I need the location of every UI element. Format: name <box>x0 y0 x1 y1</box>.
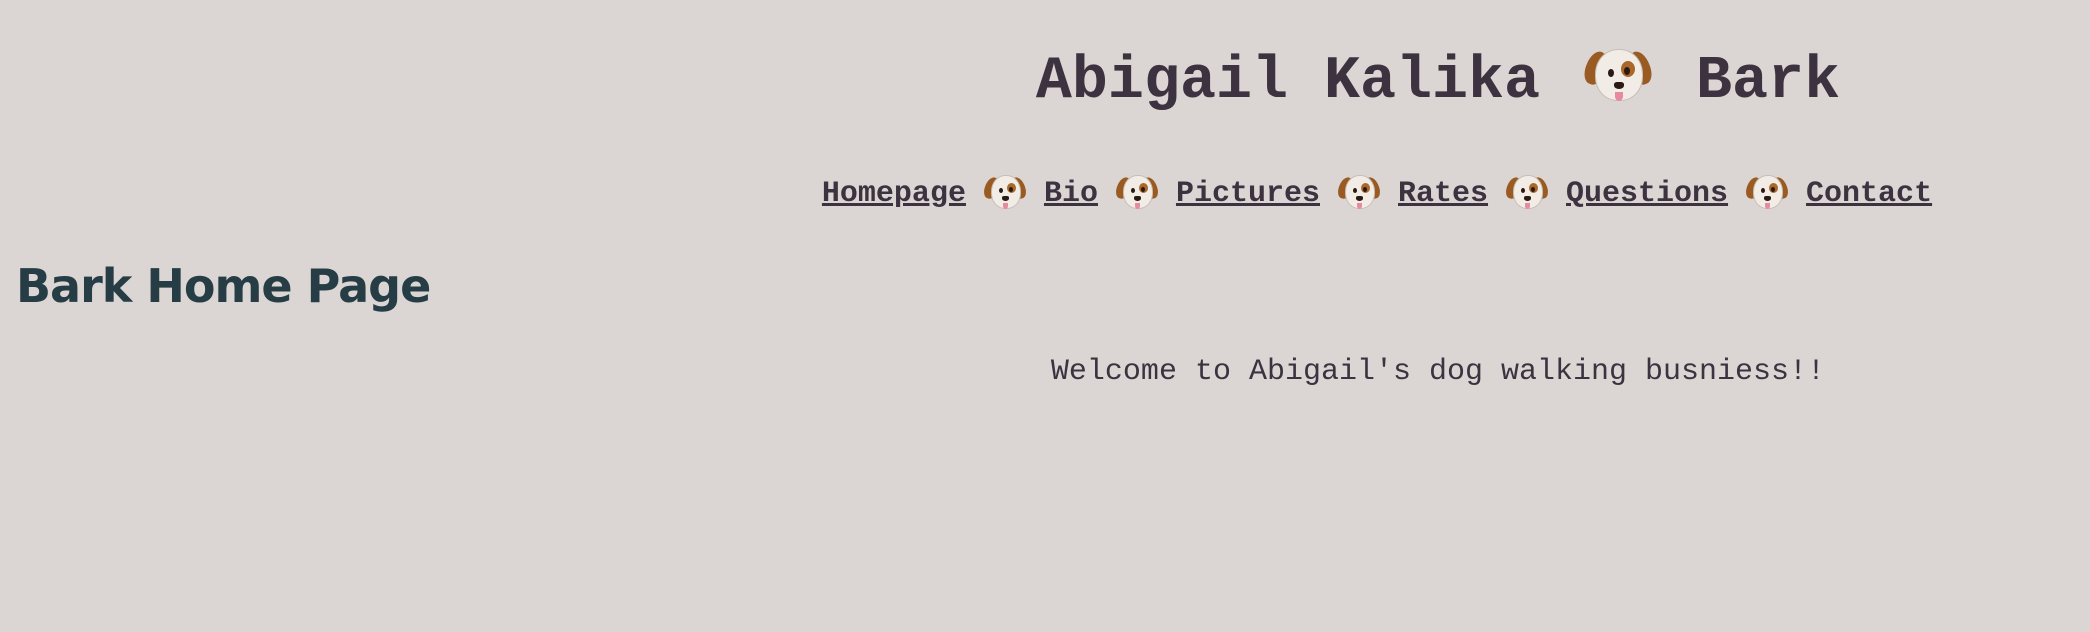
dog-face-icon <box>1113 174 1161 212</box>
site-title: Abigail Kalika Bark <box>0 46 2090 118</box>
welcome-message: Welcome to Abigail's dog walking busnies… <box>1050 355 1826 389</box>
main-nav: Homepage Bio Pictures Rates Questions Contact <box>0 172 2090 216</box>
site-title-brand: Bark <box>1696 48 1841 116</box>
dog-face-icon <box>981 174 1029 212</box>
site-title-name: Abigail Kalika <box>1035 48 1541 116</box>
dog-face-icon <box>1503 174 1551 212</box>
dog-face-icon <box>1743 174 1791 212</box>
nav-link-bio[interactable]: Bio <box>1044 177 1098 211</box>
dog-face-icon <box>1580 47 1656 107</box>
nav-link-questions[interactable]: Questions <box>1566 177 1728 211</box>
dog-face-icon <box>1335 174 1383 212</box>
nav-link-rates[interactable]: Rates <box>1398 177 1488 211</box>
nav-link-homepage[interactable]: Homepage <box>822 177 966 211</box>
page-heading: Bark Home Page <box>16 259 431 313</box>
nav-link-pictures[interactable]: Pictures <box>1176 177 1320 211</box>
nav-link-contact[interactable]: Contact <box>1806 177 1932 211</box>
